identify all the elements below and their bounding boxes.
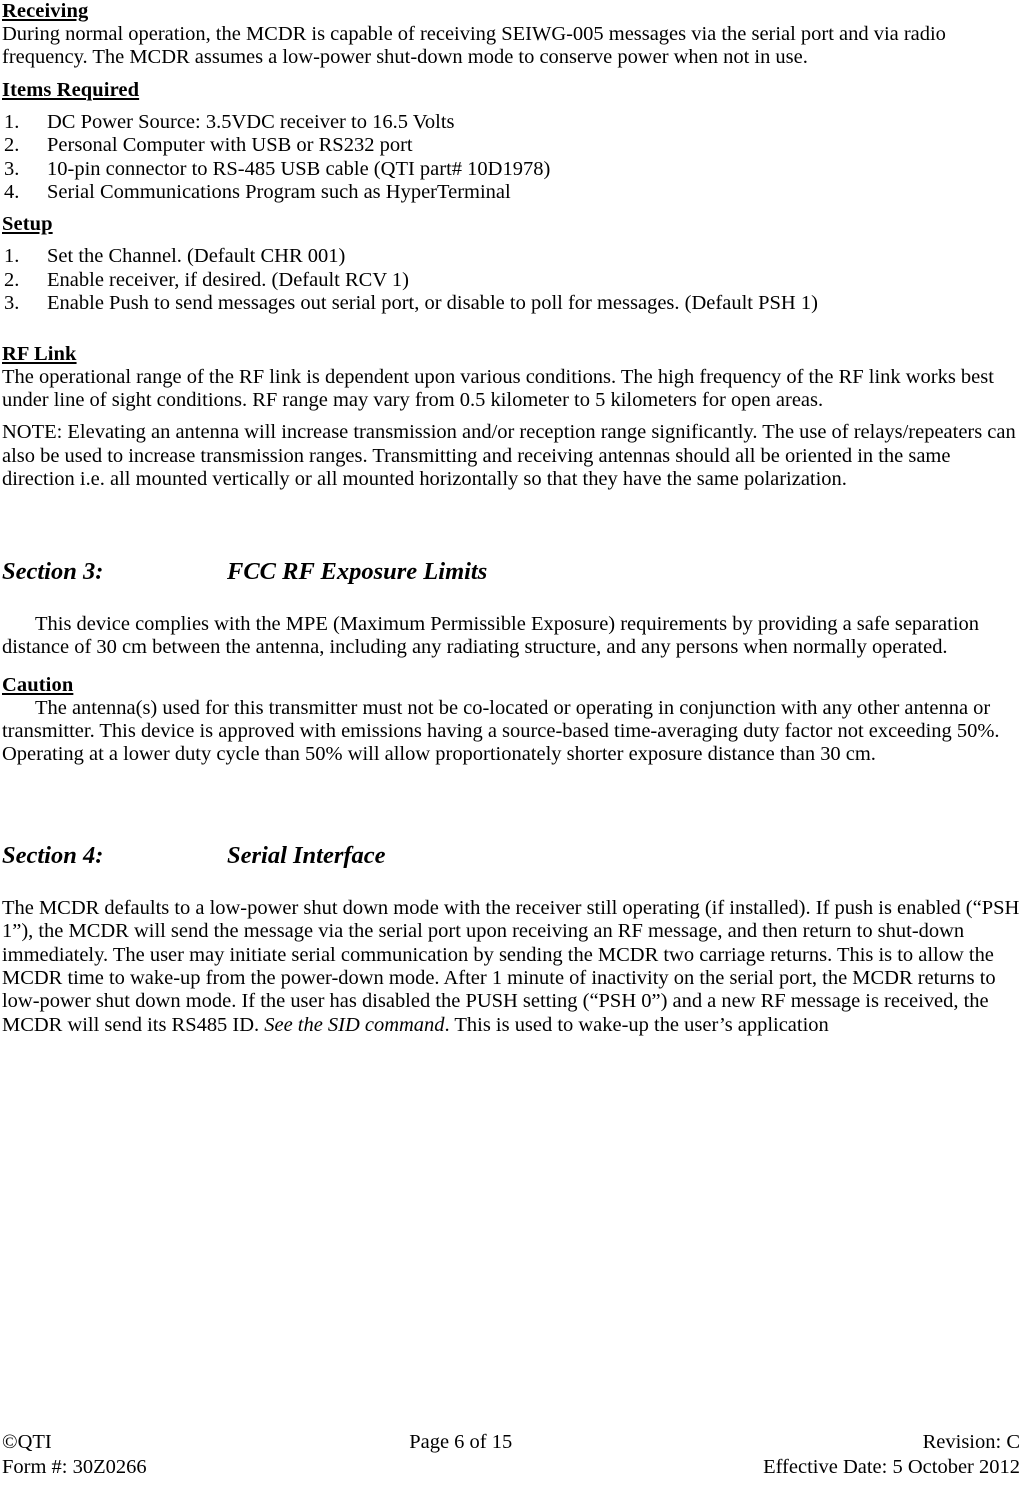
heading-receiving: Receiving: [2, 0, 89, 22]
list-marker: 4.: [4, 181, 20, 204]
page-footer: ©QTI Page 6 of 15 Revision: C Form #: 30…: [2, 1430, 1020, 1480]
list-item-text: Personal Computer with USB or RS232 port: [47, 134, 413, 157]
section-3-label: Section 3:: [2, 557, 104, 585]
paragraph-caution: The antenna(s) used for this transmitter…: [2, 696, 1000, 766]
list-item: 2. Personal Computer with USB or RS232 p…: [2, 134, 1020, 157]
list-item-text: Set the Channel. (Default CHR 001): [47, 245, 346, 268]
list-item: 1. Set the Channel. (Default CHR 001): [2, 245, 1020, 268]
list-item-text: DC Power Source: 3.5VDC receiver to 16.5…: [47, 110, 455, 133]
heading-caution: Caution: [2, 673, 74, 696]
list-item: 4. Serial Communications Program such as…: [2, 181, 1020, 204]
section-4-title: Serial Interface: [227, 841, 386, 869]
paragraph-serial-part2: . This is used to wake-up the user’s app…: [444, 1013, 829, 1036]
footer-row-bottom: Form #: 30Z0266 Effective Date: 5 Octobe…: [2, 1455, 1020, 1480]
footer-page-number: Page 6 of 15: [409, 1431, 513, 1453]
list-items-required: 1. DC Power Source: 3.5VDC receiver to 1…: [2, 111, 1020, 205]
list-item-text: 10-pin connector to RS-485 USB cable (QT…: [47, 157, 551, 180]
heading-rf-link: RF Link: [2, 342, 77, 365]
footer-row-top: ©QTI Page 6 of 15 Revision: C: [2, 1430, 1020, 1455]
list-item-text: Enable receiver, if desired. (Default RC…: [47, 268, 409, 291]
footer-copyright: ©QTI: [2, 1431, 52, 1453]
list-marker: 2.: [4, 134, 20, 157]
paragraph-serial-italic-ref: See the SID command: [264, 1013, 445, 1036]
paragraph-rf-link: The operational range of the RF link is …: [2, 365, 994, 412]
list-marker: 3.: [4, 157, 20, 180]
list-marker: 2.: [4, 268, 20, 291]
list-marker: 1.: [4, 245, 20, 268]
section-3-title: FCC RF Exposure Limits: [227, 557, 488, 585]
list-marker: 3.: [4, 292, 20, 315]
section-4-label: Section 4:: [2, 841, 104, 869]
list-item: 2. Enable receiver, if desired. (Default…: [2, 269, 1020, 292]
heading-section-3: Section 3: FCC RF Exposure Limits: [2, 558, 1020, 586]
list-item-text: Serial Communications Program such as Hy…: [47, 181, 511, 204]
list-item: 3. 10-pin connector to RS-485 USB cable …: [2, 158, 1020, 181]
footer-form-number: Form #: 30Z0266: [2, 1456, 147, 1478]
heading-setup: Setup: [2, 213, 53, 236]
paragraph-receiving: During normal operation, the MCDR is cap…: [2, 23, 946, 69]
paragraph-mpe-compliance: This device complies with the MPE (Maxim…: [2, 612, 979, 659]
list-item-text: Enable Push to send messages out serial …: [47, 292, 818, 315]
heading-section-4: Section 4: Serial Interface: [2, 842, 1020, 870]
footer-revision: Revision: C: [922, 1431, 1020, 1453]
list-setup: 1. Set the Channel. (Default CHR 001) 2.…: [2, 245, 1020, 315]
heading-items-required: Items Required: [2, 78, 140, 101]
list-item: 3. Enable Push to send messages out seri…: [2, 292, 1020, 315]
paragraph-rf-note: NOTE: Elevating an antenna will increase…: [2, 421, 1016, 491]
list-marker: 1.: [4, 110, 20, 133]
footer-effective-date: Effective Date: 5 October 2012: [763, 1456, 1020, 1478]
paragraph-serial-interface: The MCDR defaults to a low-power shut do…: [2, 897, 1020, 1037]
list-item: 1. DC Power Source: 3.5VDC receiver to 1…: [2, 111, 1020, 134]
document-page: Receiving During normal operation, the M…: [0, 0, 1034, 1488]
